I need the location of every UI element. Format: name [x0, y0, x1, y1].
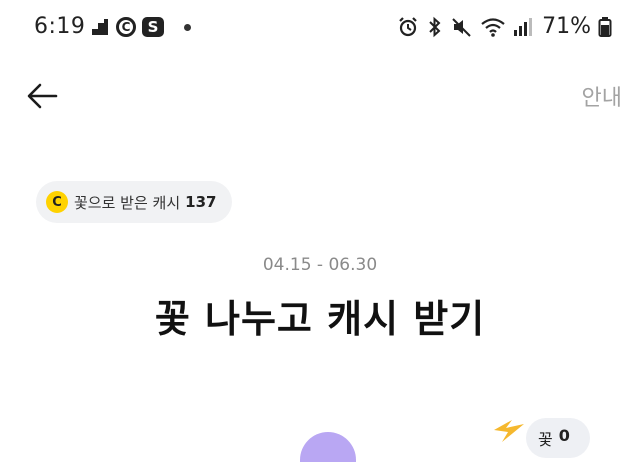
system-icons: 71% [397, 14, 612, 39]
flower-count: 0 [558, 426, 570, 445]
bluetooth-icon [426, 16, 444, 38]
battery-icon [598, 16, 612, 38]
mute-icon [451, 16, 473, 38]
info-link[interactable]: 안내 [582, 80, 622, 112]
s-app-icon: S [142, 17, 164, 37]
event-title: 꽃 나누고 캐시 받기 [154, 297, 486, 341]
coin-icon: C [46, 191, 68, 213]
back-button[interactable] [24, 78, 60, 114]
arrow-left-icon [27, 83, 58, 109]
battery-percent: 71% [542, 14, 591, 39]
signal-icon [513, 16, 533, 38]
cash-received-chip[interactable]: C 꽃으로 받은 캐시 137 [36, 181, 232, 223]
stairs-notification-icon [90, 17, 110, 37]
cash-received-value: 137 [185, 193, 217, 211]
alarm-icon [397, 16, 419, 38]
flower-label: 꽃 [538, 430, 553, 449]
status-time: 6:19 [34, 14, 86, 39]
event-period: 04.15 - 06.30 [262, 255, 378, 275]
dot-icon [184, 23, 191, 31]
cash-received-label: 꽃으로 받은 캐시 [74, 193, 181, 212]
status-bar: 6:19 C S 71% [0, 0, 640, 58]
character-illustration [300, 432, 356, 462]
c-app-icon: C [116, 17, 136, 37]
notification-icons: C S [90, 17, 191, 37]
wifi-icon [480, 16, 506, 38]
flower-count-badge: 꽃 0 [526, 418, 590, 458]
